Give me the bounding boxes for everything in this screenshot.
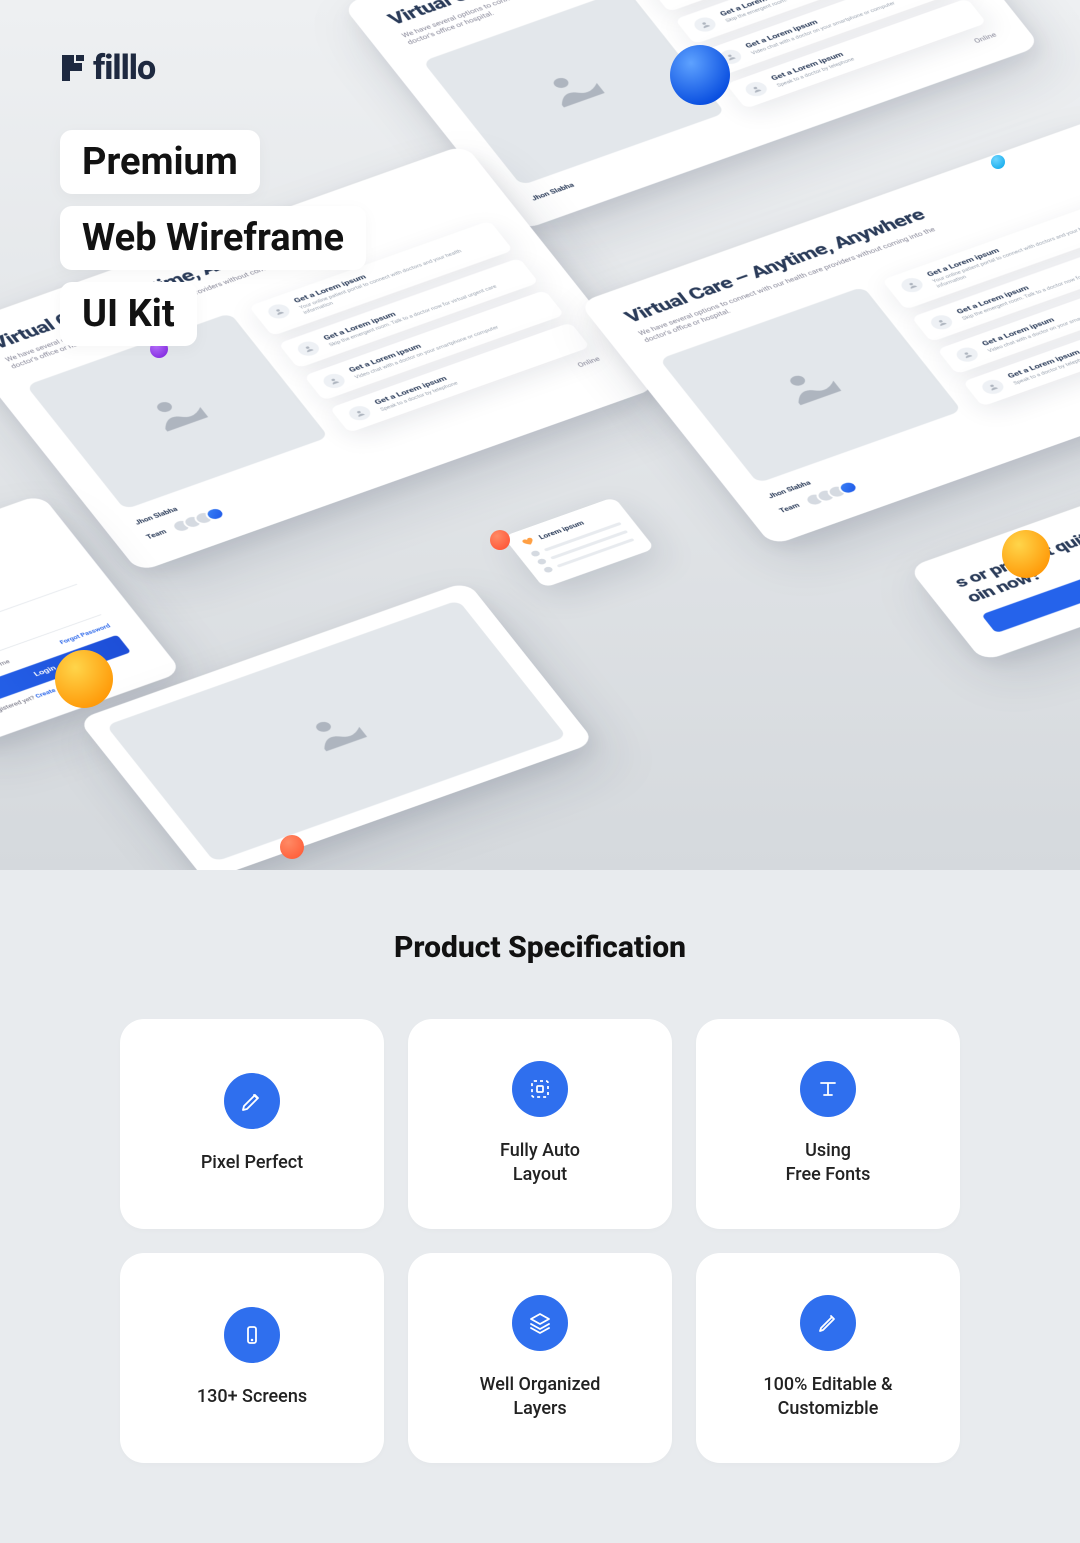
- spec-card: UsingFree Fonts: [696, 1019, 960, 1229]
- image-placeholder-icon: [106, 600, 567, 862]
- logo-icon: [60, 53, 86, 83]
- tooltip-title: Lorem ipsum: [537, 519, 585, 540]
- mockup-tooltip: Lorem ipsum: [503, 497, 655, 588]
- person-icon: [927, 313, 955, 332]
- orb-red-low: [280, 835, 304, 859]
- person-icon: [953, 345, 981, 364]
- spec-card-label: Pixel Perfect: [181, 1151, 323, 1175]
- orb-cyan: [991, 155, 1005, 169]
- vc-team-label: Team: [145, 529, 168, 541]
- spec-section: Product Specification Pixel Perfect Fully…: [0, 870, 1080, 1543]
- orb-red-mid: [490, 530, 510, 550]
- person-icon: [898, 276, 926, 295]
- spec-heading: Product Specification: [120, 930, 960, 965]
- logo-text: filllo: [93, 48, 155, 88]
- orb-blue: [670, 45, 730, 105]
- hero-title: Premium Web Wireframe UI Kit: [60, 130, 366, 358]
- type-icon: [800, 1061, 856, 1117]
- mockup-image-card: [78, 581, 596, 870]
- layout-icon: [512, 1061, 568, 1117]
- person-icon: [320, 371, 348, 390]
- vc-item-desc: Your online patient portal to connect wi…: [932, 212, 1080, 290]
- title-line-2: Web Wireframe: [60, 206, 366, 270]
- vc-name: Jhon Slabha: [530, 182, 576, 202]
- spec-card-label: 130+ Screens: [177, 1385, 327, 1409]
- orb-orange-right: [1002, 530, 1050, 578]
- spec-card: Well OrganizedLayers: [408, 1253, 672, 1463]
- brand-logo: filllo: [60, 48, 155, 88]
- person-icon: [691, 15, 719, 34]
- vc-online: Online: [576, 356, 601, 369]
- pen-icon: [224, 1073, 280, 1129]
- spec-card: Fully AutoLayout: [408, 1019, 672, 1229]
- spec-card-label: Fully AutoLayout: [480, 1139, 600, 1188]
- heart-icon: [520, 536, 537, 547]
- vc-team-label: Team: [778, 502, 801, 514]
- person-icon: [979, 377, 1007, 396]
- title-line-1: Premium: [60, 130, 260, 194]
- spec-card: Pixel Perfect: [120, 1019, 384, 1229]
- spec-card-label: 100% Editable &Customizble: [743, 1373, 912, 1422]
- vc-online: Online: [973, 32, 998, 45]
- vc-item-title: Get a Lorem ipsum: [926, 205, 1080, 279]
- spec-card: 130+ Screens: [120, 1253, 384, 1463]
- orb-orange-left: [55, 650, 113, 708]
- vc-avatars: [802, 479, 861, 508]
- layers-icon: [512, 1295, 568, 1351]
- hero-section: filllo Premium Web Wireframe UI Kit Virt…: [0, 0, 1080, 870]
- title-line-3: UI Kit: [60, 282, 197, 346]
- device-icon: [224, 1307, 280, 1363]
- person-icon: [345, 404, 373, 423]
- edit-icon: [800, 1295, 856, 1351]
- spec-card-label: Well OrganizedLayers: [460, 1373, 621, 1422]
- spec-grid: Pixel Perfect Fully AutoLayout UsingFree F…: [120, 1019, 960, 1463]
- spec-card-label: UsingFree Fonts: [766, 1139, 891, 1188]
- spec-card: 100% Editable &Customizble: [696, 1253, 960, 1463]
- person-icon: [742, 80, 770, 99]
